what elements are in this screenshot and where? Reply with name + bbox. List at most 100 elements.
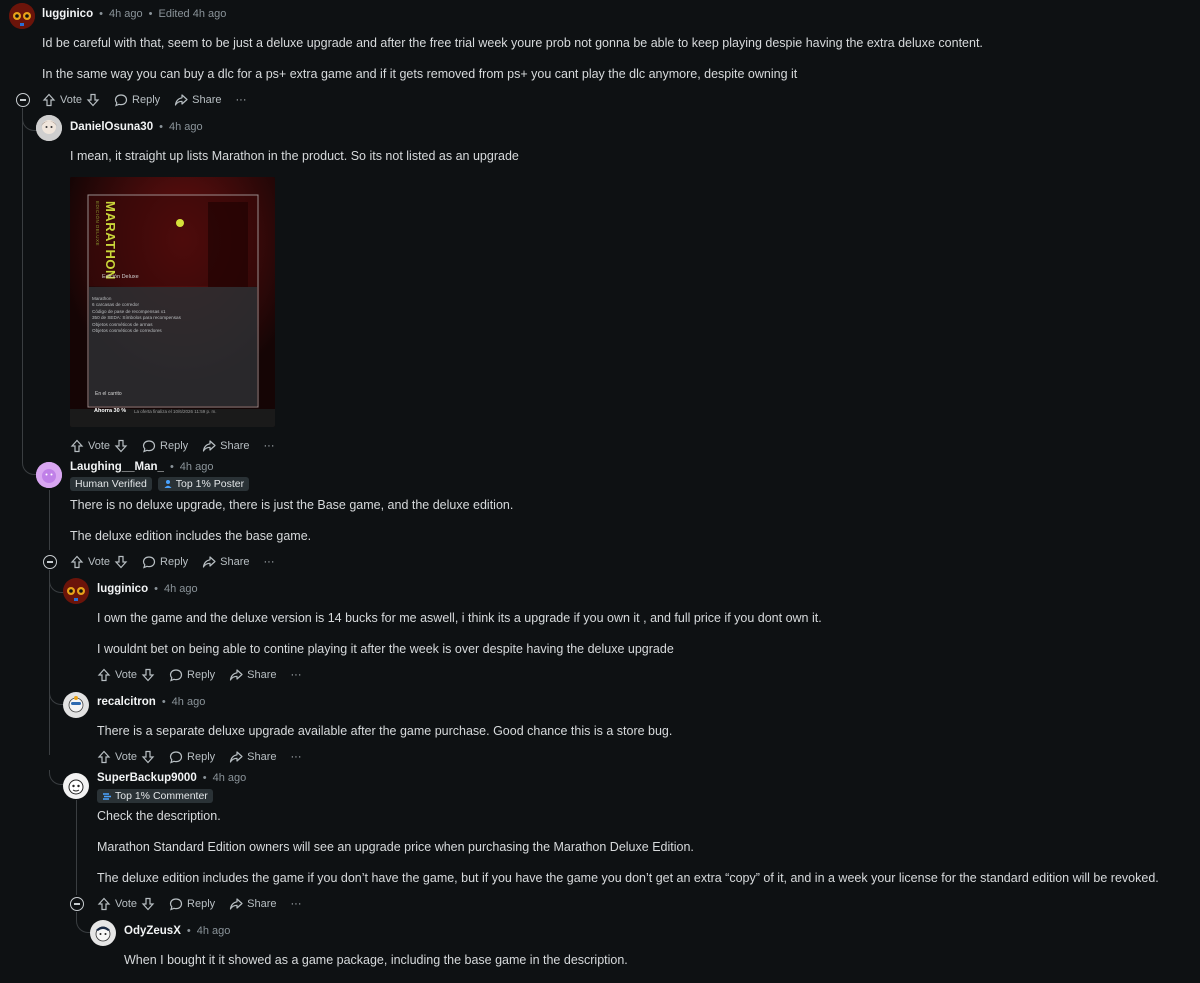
collapse-button[interactable] xyxy=(70,897,84,911)
share-icon xyxy=(203,556,216,568)
reply-button[interactable]: Reply xyxy=(142,439,188,453)
product-title: MARATHON xyxy=(103,201,118,280)
item-list: Marathon 6 carcasas de corredor Código d… xyxy=(92,296,181,334)
vote-button[interactable]: Vote xyxy=(97,897,155,911)
timestamp[interactable]: 4h ago xyxy=(109,8,143,20)
upvote-icon[interactable] xyxy=(70,439,84,453)
comment-image[interactable]: MARATHON EDICIÓN DELUXE Edición Deluxe M… xyxy=(70,177,275,427)
thread-branch xyxy=(49,770,64,785)
user-flairs: Human Verified Top 1% Poster xyxy=(70,477,250,491)
share-button[interactable]: Share xyxy=(174,93,222,107)
vote-button[interactable]: Vote xyxy=(97,668,155,682)
list-item: Objetos cosméticos de corredores xyxy=(92,328,162,334)
share-button[interactable]: Share xyxy=(202,439,250,453)
comment-actions: Vote Reply Share ··· xyxy=(42,91,261,109)
more-options-button[interactable]: ··· xyxy=(264,556,275,568)
timestamp[interactable]: 4h ago xyxy=(172,696,206,708)
vote-button[interactable]: Vote xyxy=(42,93,100,107)
downvote-icon[interactable] xyxy=(114,439,128,453)
more-options-button[interactable]: ··· xyxy=(291,751,302,763)
username[interactable]: lugginico xyxy=(42,8,93,20)
comment-text: The deluxe edition includes the game if … xyxy=(97,871,1159,885)
product-subtitle: EDICIÓN DELUXE xyxy=(95,201,100,247)
vote-button[interactable]: Vote xyxy=(70,555,128,569)
reply-button[interactable]: Reply xyxy=(169,897,215,911)
comment-header: lugginico • 4h ago xyxy=(97,583,198,595)
comment-header: DanielOsuna30 • 4h ago xyxy=(70,121,203,133)
share-icon xyxy=(230,751,243,763)
avatar[interactable] xyxy=(63,692,89,718)
comment-text: Marathon Standard Edition owners will se… xyxy=(97,840,694,854)
reply-button[interactable]: Reply xyxy=(169,750,215,764)
share-button[interactable]: Share xyxy=(229,897,277,911)
avatar[interactable] xyxy=(63,578,89,604)
username[interactable]: OdyZeusX xyxy=(124,925,181,937)
upvote-icon[interactable] xyxy=(97,750,111,764)
thread-branch xyxy=(22,110,37,131)
username[interactable]: Laughing__Man_ xyxy=(70,461,164,473)
reply-button[interactable]: Reply xyxy=(114,93,160,107)
avatar[interactable] xyxy=(90,920,116,946)
comment-text: In the same way you can buy a dlc for a … xyxy=(42,67,798,81)
username[interactable]: DanielOsuna30 xyxy=(70,121,153,133)
share-icon xyxy=(230,669,243,681)
comment-text: There is a separate deluxe upgrade avail… xyxy=(97,724,673,738)
username[interactable]: SuperBackup9000 xyxy=(97,772,197,784)
more-options-button[interactable]: ··· xyxy=(264,440,275,452)
downvote-icon[interactable] xyxy=(86,93,100,107)
username[interactable]: lugginico xyxy=(97,583,148,595)
downvote-icon[interactable] xyxy=(141,668,155,682)
comment-text: I wouldnt bet on being able to contine p… xyxy=(97,642,674,656)
avatar[interactable] xyxy=(36,115,62,141)
thread-branch xyxy=(22,450,37,475)
comment-header: OdyZeusX • 4h ago xyxy=(124,925,231,937)
reply-button[interactable]: Reply xyxy=(169,668,215,682)
share-button[interactable]: Share xyxy=(229,750,277,764)
comment-text: The deluxe edition includes the base gam… xyxy=(70,529,312,543)
share-button[interactable]: Share xyxy=(202,555,250,569)
vote-button[interactable]: Vote xyxy=(97,750,155,764)
thread-branch xyxy=(76,912,91,933)
reply-button[interactable]: Reply xyxy=(142,555,188,569)
more-options-button[interactable]: ··· xyxy=(291,898,302,910)
comment-icon xyxy=(169,669,183,682)
share-icon xyxy=(230,898,243,910)
comment-header: lugginico • 4h ago • Edited 4h ago xyxy=(42,8,227,20)
upvote-icon[interactable] xyxy=(70,555,84,569)
upvote-icon[interactable] xyxy=(42,93,56,107)
collapse-button[interactable] xyxy=(43,555,57,569)
upvote-icon[interactable] xyxy=(97,668,111,682)
more-options-button[interactable]: ··· xyxy=(236,94,247,106)
downvote-icon[interactable] xyxy=(141,750,155,764)
share-icon xyxy=(203,440,216,452)
more-options-button[interactable]: ··· xyxy=(291,669,302,681)
timestamp[interactable]: 4h ago xyxy=(213,772,247,784)
avatar[interactable] xyxy=(36,462,62,488)
avatar[interactable] xyxy=(9,3,35,29)
upvote-icon[interactable] xyxy=(97,897,111,911)
timestamp[interactable]: 4h ago xyxy=(169,121,203,133)
comment-text: There is no deluxe upgrade, there is jus… xyxy=(70,498,514,512)
timestamp[interactable]: 4h ago xyxy=(197,925,231,937)
timestamp[interactable]: 4h ago xyxy=(164,583,198,595)
comment-actions: Vote Reply Share ··· xyxy=(70,553,289,571)
vote-button[interactable]: Vote xyxy=(70,439,128,453)
downvote-icon[interactable] xyxy=(141,897,155,911)
avatar[interactable] xyxy=(63,773,89,799)
comment-actions: Vote Reply Share ··· xyxy=(97,666,316,684)
discount-label: Ahorra 30 % xyxy=(94,408,127,414)
comment-icon xyxy=(169,751,183,764)
share-button[interactable]: Share xyxy=(229,668,277,682)
edited-label: Edited 4h ago xyxy=(158,8,227,20)
thread-branch xyxy=(49,690,64,705)
flair-badge: Human Verified xyxy=(70,477,152,491)
offer-label: La oferta finaliza el 10/6/2026 11:59 p.… xyxy=(134,409,217,414)
comment-icon xyxy=(169,898,183,911)
comment-header: SuperBackup9000 • 4h ago xyxy=(97,772,247,784)
collapse-button[interactable] xyxy=(16,93,30,107)
timestamp[interactable]: 4h ago xyxy=(180,461,214,473)
username[interactable]: recalcitron xyxy=(97,696,156,708)
edition-label: Edición Deluxe xyxy=(102,274,139,280)
comment-text: I own the game and the deluxe version is… xyxy=(97,611,822,625)
downvote-icon[interactable] xyxy=(114,555,128,569)
